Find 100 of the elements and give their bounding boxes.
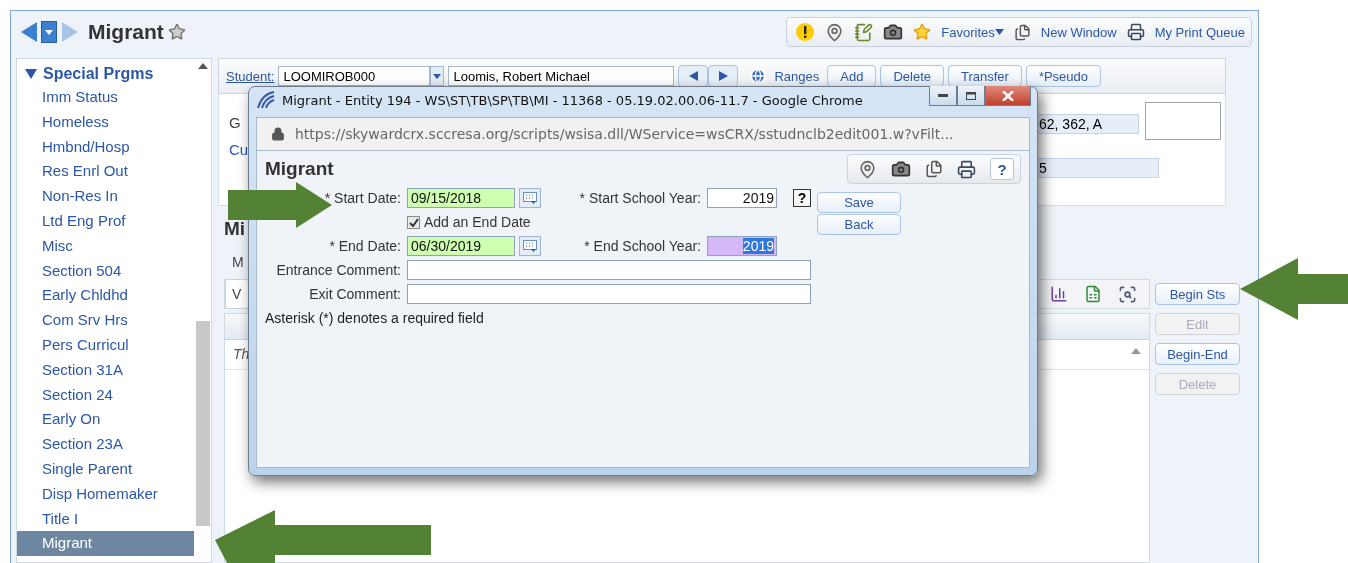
sidebar-item[interactable]: Section 504 [17,258,194,284]
globe-icon [750,68,767,84]
warning-icon[interactable] [795,22,816,42]
previous-button[interactable] [678,65,709,87]
field-label: * End Date: [328,238,402,254]
toolbar-button[interactable]: Delete [880,65,944,87]
checkbox[interactable] [407,215,420,229]
calendar-icon [523,240,537,252]
back-icon[interactable] [19,21,39,43]
checkbox-label: Add an End Date [424,214,531,230]
field-label: G [229,114,242,131]
sidebar-item[interactable]: Section 24 [17,382,194,408]
form-button[interactable]: Save [817,191,901,213]
sidebar-item[interactable]: Early On [17,407,194,433]
app-logo-icon [256,90,276,110]
minimize-button[interactable] [929,86,957,106]
spreadsheet-icon[interactable] [1084,285,1102,303]
date-field[interactable]: 06/30/2019 [407,236,515,256]
help-button[interactable]: ? [990,158,1014,180]
notepad-icon[interactable] [854,22,874,42]
printer-icon[interactable] [957,159,976,179]
sidebar-item[interactable]: Homeless [17,109,194,135]
star-icon[interactable] [167,23,186,41]
window-icon[interactable] [925,160,943,178]
scrollbar-thumb[interactable] [195,321,210,526]
toolbar-link[interactable]: New Window [1040,24,1117,40]
sidebar-item[interactable]: Hmbnd/Hosp [17,134,194,160]
sidebar-item[interactable]: Section 31A [17,357,194,383]
window-title: Migrant - Entity 194 - WS\ST\TB\SP\TB\MI - 11368 - 05.19.02.00.06-11.7 - Google Chrome [282,92,863,108]
year-field[interactable]: 2019 [707,236,777,256]
calendar-icon [523,192,537,204]
sidebar-item[interactable]: Ltd Eng Prof [17,209,194,234]
sidebar-item[interactable]: Pers Curricul [17,332,194,358]
section-tab[interactable]: M [232,254,244,270]
field-label: * Start School Year: [578,190,702,206]
maximize-button[interactable] [957,86,985,106]
student-link[interactable]: Student: [226,68,275,84]
view-button[interactable]: V [225,279,249,309]
sidebar-item[interactable]: Non-Res In [17,184,194,209]
sidebar-item[interactable]: Title I [17,506,194,532]
ranges-link[interactable]: Ranges [770,68,824,84]
sidebar-item[interactable]: Single Parent [17,456,194,482]
printer-icon [1126,23,1145,41]
scroll-up-icon[interactable] [197,63,208,69]
readonly-field: 62, 362, A [1036,114,1139,134]
required-note: Asterisk (*) denotes a required field [265,310,485,326]
map-pin-icon[interactable] [858,159,877,179]
star-icon [913,23,932,41]
address-bar[interactable]: https://skywardcrx.sccresa.org/scripts/wsisa.dll/WService=wsCRX/sstudnclb2edit001.w?vFilt... [256,117,1030,151]
toolbar-button[interactable]: Add [827,65,877,87]
page-title: Migrant [88,20,164,44]
calendar-button[interactable] [519,188,541,208]
field-link[interactable]: Cu [229,141,249,158]
right-arrow-icon [718,71,728,81]
section-heading: Mi [224,218,246,240]
toolbar-button[interactable]: *Pseudo [1025,65,1102,87]
form-button[interactable]: Back [817,213,901,235]
left-arrow-icon [688,71,698,81]
close-icon [1002,90,1014,101]
help-button[interactable]: ? [793,189,811,207]
sidebar-item[interactable]: Com Srv Hrs [17,308,194,333]
dropdown-icon[interactable] [41,21,57,43]
caret-icon[interactable] [994,29,1004,35]
toolbar-link[interactable]: My Print Queue [1154,24,1245,40]
url-text: https://skywardcrx.sccresa.org/scripts/wsisa.dll/WService=wsCRX/sstudnclb2edit001.w?vFilt... [295,126,954,142]
sidebar-item[interactable]: Disp Homemaker [17,481,194,507]
sidebar-item[interactable]: Imm Status [17,85,194,110]
comment-field[interactable] [407,284,811,304]
window-icon [1013,23,1031,41]
sidebar-item[interactable]: Section 23A [17,432,194,457]
field-label: * Start Date: [323,190,402,206]
camera-icon[interactable] [883,22,904,42]
calendar-button[interactable] [519,236,541,256]
date-field[interactable]: 09/15/2018 [407,188,515,208]
field-label: Exit Comment: [308,286,402,302]
sidebar-item[interactable]: Early Chldhd [17,283,194,309]
field-label: Entrance Comment: [275,262,402,278]
next-button[interactable] [708,65,739,87]
student-id-field[interactable]: LOOMIROB000 [278,66,431,86]
chart-icon[interactable] [1050,285,1068,303]
dropdown-icon[interactable] [430,66,445,86]
year-field[interactable]: 2019 [707,188,777,208]
map-pin-icon[interactable] [825,22,845,42]
close-button[interactable] [985,86,1031,106]
form-heading: Migrant [265,158,334,180]
action-button[interactable]: Begin-End [1155,343,1240,365]
preview-icon[interactable] [1118,284,1137,304]
comment-field[interactable] [407,260,811,280]
student-name-field[interactable]: Loomis, Robert Michael [448,66,675,86]
sidebar-item[interactable]: Res Enrl Out [17,159,194,185]
sidebar-group[interactable]: Special Prgms [43,65,154,83]
toolbar-button[interactable]: Transfer [947,65,1022,87]
expanded-triangle-icon[interactable] [25,69,37,79]
action-button[interactable]: Begin Sts [1155,283,1240,305]
readonly-field: 5 [1036,158,1159,178]
camera-icon[interactable] [891,159,911,179]
toolbar-link[interactable]: Favorites [941,24,995,40]
maximize-icon [966,91,976,100]
sidebar-item[interactable]: Migrant [17,531,194,557]
sidebar-item[interactable]: Misc [17,233,194,259]
